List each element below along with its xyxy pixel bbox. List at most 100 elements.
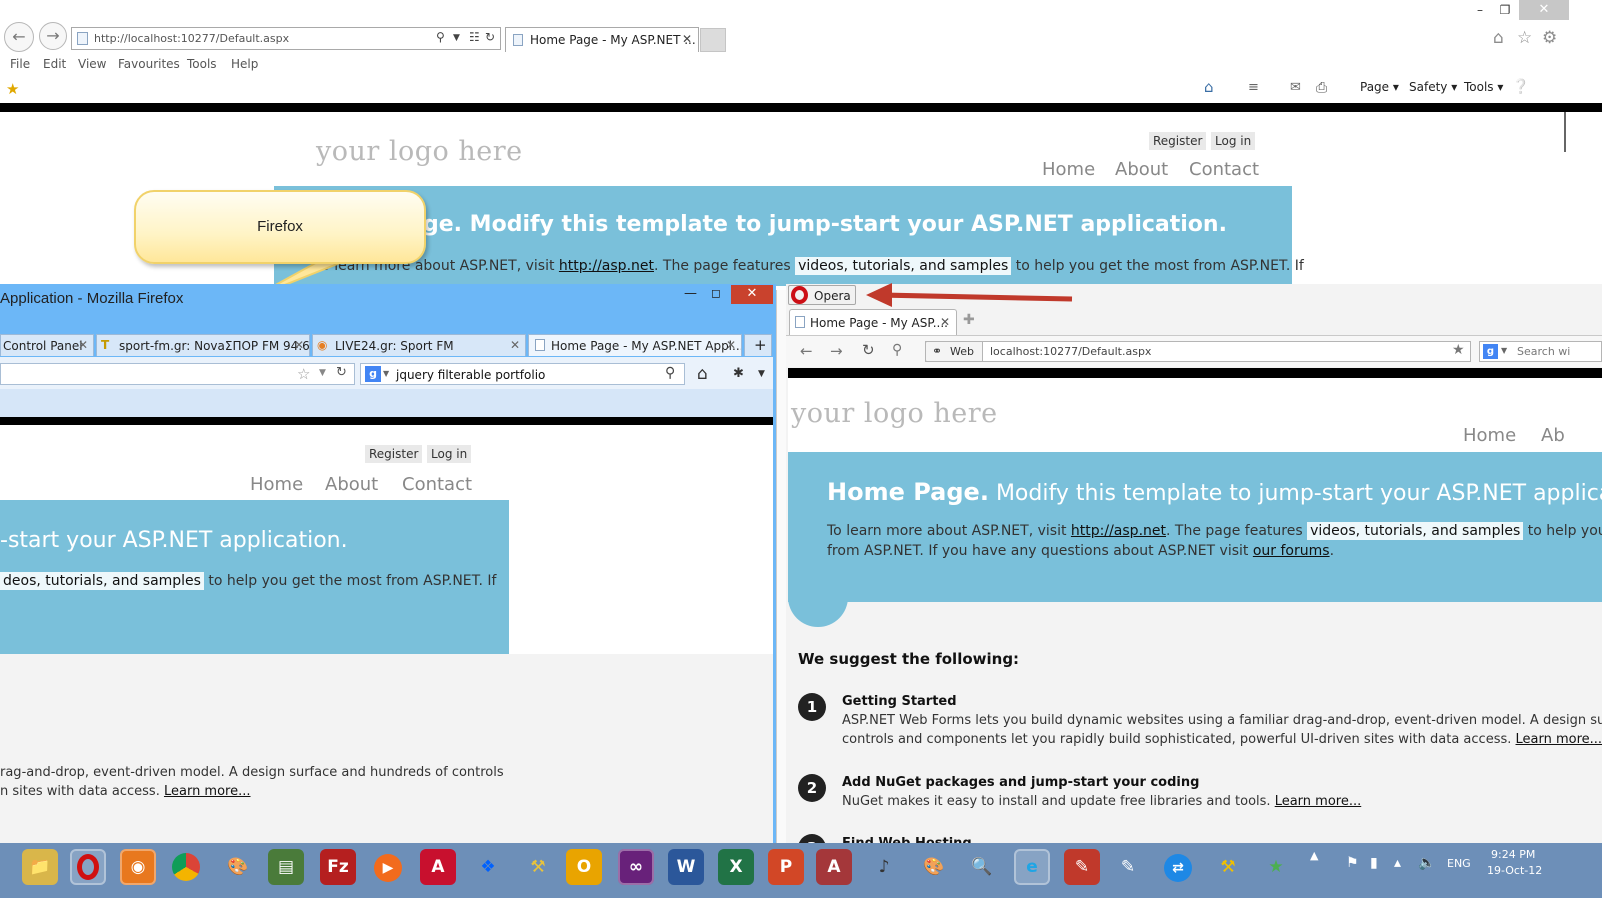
- ie-tab-home-page[interactable]: Home Page - My ASP.NET ... ✕: [505, 27, 699, 52]
- clock-date[interactable]: 19-Oct-12: [1487, 864, 1542, 877]
- asp-net-link[interactable]: http://asp.net: [559, 258, 654, 274]
- app-icon-red[interactable]: ✎: [1064, 849, 1100, 885]
- home-icon[interactable]: ⌂: [697, 364, 708, 384]
- favorites-add-icon[interactable]: ★: [6, 80, 19, 98]
- firefox-taskbar-icon[interactable]: ◉: [120, 849, 156, 885]
- register-link[interactable]: Register: [1149, 132, 1207, 150]
- network-tool-icon[interactable]: ★: [1258, 849, 1294, 885]
- menu-file[interactable]: File: [10, 57, 30, 71]
- chevron-down-icon[interactable]: ▼: [383, 369, 389, 378]
- gear-icon[interactable]: ⚙: [1542, 28, 1557, 48]
- menu-favourites[interactable]: Favourites: [118, 57, 180, 71]
- key-icon[interactable]: ⚲: [892, 342, 902, 358]
- opera-asp-net-link[interactable]: http://asp.net: [1071, 523, 1166, 539]
- login-link[interactable]: Log in: [1211, 132, 1256, 150]
- bookmark-star-icon[interactable]: ☆: [297, 365, 310, 383]
- outlook-icon[interactable]: O: [566, 849, 602, 885]
- tools-icon[interactable]: ⚒: [520, 849, 556, 885]
- mail-icon[interactable]: ✉: [1290, 80, 1301, 95]
- paint-palette-icon[interactable]: 🎨: [916, 849, 952, 885]
- ff-tab-sport-fm[interactable]: T sport-fm.gr: NovaΣΠΟΡ FM 94.6 ✕: [96, 334, 310, 356]
- ff-tab-live24[interactable]: ◉ LIVE24.gr: Sport FM ✕: [312, 334, 526, 356]
- teamviewer-icon[interactable]: ⇄: [1160, 849, 1196, 885]
- chrome-taskbar-icon[interactable]: [168, 849, 204, 885]
- chevron-down-icon[interactable]: ▼: [758, 369, 765, 379]
- network-icon[interactable]: ▴: [1394, 855, 1401, 871]
- print-icon[interactable]: ⎙: [1316, 80, 1327, 96]
- flag-icon[interactable]: ⚑: [1346, 855, 1359, 871]
- chevron-down-icon[interactable]: ▼: [319, 368, 326, 378]
- filezilla-icon[interactable]: Fz: [320, 849, 356, 885]
- compatibility-icon[interactable]: ☷: [469, 30, 480, 44]
- ff-nav-contact[interactable]: Contact: [402, 474, 472, 495]
- firefox-maximize-button[interactable]: ◻: [711, 286, 721, 300]
- app-icon-tool[interactable]: ✎: [1110, 849, 1146, 885]
- search-icon[interactable]: ⚲: [436, 30, 445, 44]
- ff-tab-control-panel[interactable]: Control Panel ✕: [0, 334, 94, 356]
- close-icon[interactable]: ✕: [940, 315, 950, 329]
- refresh-icon[interactable]: ↻: [485, 30, 495, 44]
- chevron-down-icon[interactable]: ▼: [1501, 346, 1507, 355]
- menu-view[interactable]: View: [78, 57, 106, 71]
- firefox-close-button[interactable]: ✕: [731, 285, 773, 304]
- forward-icon[interactable]: →: [830, 342, 843, 360]
- nav-about[interactable]: About: [1115, 159, 1168, 180]
- ie-forward-icon[interactable]: →: [39, 22, 67, 50]
- power-icon[interactable]: ▮: [1370, 855, 1378, 871]
- ie-new-tab-button[interactable]: [700, 28, 726, 52]
- close-icon[interactable]: ✕: [682, 32, 692, 46]
- ff-register-link[interactable]: Register: [365, 445, 423, 463]
- ie-minimize-button[interactable]: –: [1466, 0, 1494, 20]
- google-icon[interactable]: g: [365, 366, 381, 382]
- extension-icon[interactable]: ✱: [733, 366, 744, 381]
- tray-expand-icon[interactable]: ▲: [1310, 849, 1318, 862]
- bookmark-star-icon[interactable]: ★: [1452, 342, 1465, 358]
- menu-tools[interactable]: Tools: [187, 57, 217, 71]
- ie-close-button[interactable]: ✕: [1519, 0, 1569, 20]
- ff-search-bar[interactable]: g ▼ jquery filterable portfolio ⚲: [360, 363, 685, 385]
- firefox-minimize-button[interactable]: —: [684, 286, 697, 301]
- opera-nav-home[interactable]: Home: [1463, 425, 1516, 446]
- internet-explorer-icon[interactable]: e: [1014, 849, 1050, 885]
- menu-safety[interactable]: Safety ▾: [1409, 80, 1457, 94]
- home-icon[interactable]: ⌂: [1204, 78, 1214, 96]
- ff-url-bar[interactable]: ☆ ▼ ↻: [0, 363, 355, 385]
- file-explorer-icon[interactable]: 📁: [22, 849, 58, 885]
- dropbox-icon[interactable]: ❖: [470, 849, 506, 885]
- instrument-icon[interactable]: ♪: [866, 849, 902, 885]
- menu-tools-cmd[interactable]: Tools ▾: [1464, 80, 1503, 94]
- chart-tool-icon[interactable]: ▤: [268, 849, 304, 885]
- ff-tab-home-page[interactable]: Home Page - My ASP.NET Appl... ✕: [528, 334, 742, 356]
- help-icon[interactable]: ❔: [1512, 79, 1529, 95]
- home-icon[interactable]: ⌂: [1493, 28, 1504, 48]
- opera-search-bar[interactable]: g ▼ Search wi: [1479, 341, 1602, 362]
- ie-back-icon[interactable]: ←: [4, 22, 34, 52]
- search-icon[interactable]: ⚲: [665, 365, 675, 381]
- acrobat-icon[interactable]: A: [420, 849, 456, 885]
- menu-help[interactable]: Help: [231, 57, 258, 71]
- word-icon[interactable]: W: [668, 849, 704, 885]
- ie-restore-button[interactable]: ❐: [1491, 0, 1519, 20]
- reload-icon[interactable]: ↻: [862, 341, 875, 359]
- powerpoint-icon[interactable]: P: [768, 849, 804, 885]
- ff-nav-home[interactable]: Home: [250, 474, 303, 495]
- chevron-down-icon[interactable]: ▼: [453, 33, 460, 43]
- opera-taskbar-icon[interactable]: [70, 849, 106, 885]
- opera-new-tab-icon[interactable]: ✚: [963, 312, 975, 328]
- ff-learn-more-link[interactable]: Learn more...: [164, 784, 251, 799]
- opera-web-badge[interactable]: ⚭ Web: [925, 341, 983, 362]
- refresh-icon[interactable]: ↻: [336, 365, 347, 380]
- feed-icon[interactable]: ≡: [1248, 80, 1259, 95]
- volume-icon[interactable]: 🔈: [1418, 855, 1435, 871]
- opera-address-bar[interactable]: localhost:10277/Default.aspx ★: [925, 341, 1471, 362]
- media-player-icon[interactable]: ▶: [370, 849, 406, 885]
- opera-menu-button[interactable]: Opera: [788, 285, 856, 305]
- app-icon-yellow[interactable]: ⚒: [1210, 849, 1246, 885]
- favorites-star-icon[interactable]: ☆: [1517, 28, 1532, 48]
- visual-studio-icon[interactable]: ∞: [618, 849, 654, 885]
- back-icon[interactable]: ←: [800, 342, 813, 360]
- excel-icon[interactable]: X: [718, 849, 754, 885]
- language-indicator[interactable]: ENG: [1447, 857, 1471, 870]
- step-1-learn-more-link[interactable]: Learn more...: [1516, 732, 1602, 747]
- paint-icon[interactable]: 🎨: [220, 849, 256, 885]
